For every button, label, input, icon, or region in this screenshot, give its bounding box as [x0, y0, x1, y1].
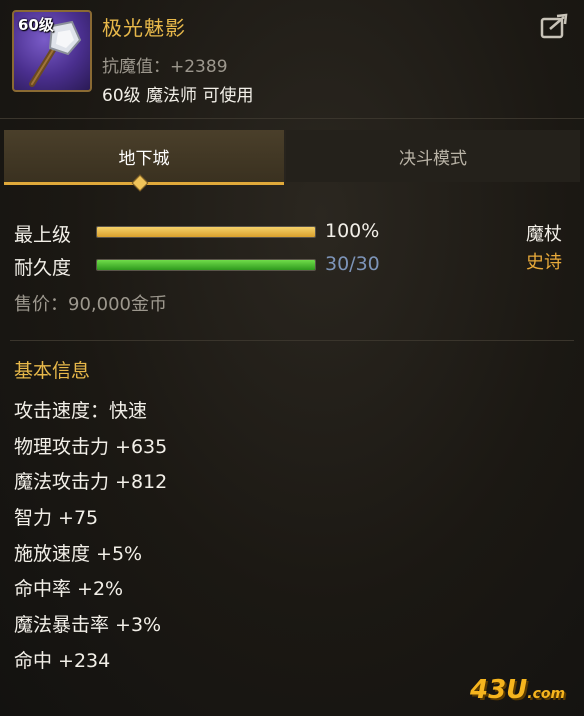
tab-duel-mode[interactable]: 决斗模式	[286, 130, 580, 182]
attribute-line: 攻击速度：快速	[14, 400, 148, 422]
class-requirement: 60级 魔法师 可使用	[102, 86, 254, 106]
tab-dungeon[interactable]: 地下城	[4, 130, 284, 185]
attribute-line: 命中率 +2%	[14, 578, 124, 600]
item-level-badge: 60级	[18, 16, 54, 34]
attribute-line: 魔法暴击率 +3%	[14, 614, 162, 636]
weapon-type: 魔杖	[526, 224, 562, 245]
watermark-suffix: .com	[527, 686, 566, 702]
attribute-line: 智力 +75	[14, 507, 99, 529]
attribute-line: 魔法攻击力 +812	[14, 471, 168, 493]
watermark-main: 43U	[470, 675, 528, 705]
site-watermark: 43U.com	[470, 675, 565, 705]
share-icon	[540, 13, 568, 39]
attribute-line: 物理攻击力 +635	[14, 436, 168, 458]
attribute-line: 施放速度 +5%	[14, 543, 143, 565]
item-tooltip-panel: 60级 极光魅影 抗魔值：+2389 60级 魔法师 可使用 地下城 决斗模式 …	[0, 0, 584, 716]
durability-label: 耐久度	[14, 257, 72, 279]
attribute-line: 命中 +234	[14, 650, 111, 672]
upgrade-bar-fill	[97, 227, 315, 237]
upgrade-value: 100%	[325, 220, 380, 242]
item-name: 极光魅影	[102, 16, 186, 40]
durability-value: 30/30	[325, 253, 380, 275]
upgrade-bar	[96, 226, 316, 238]
durability-bar	[96, 259, 316, 271]
durability-bar-fill	[97, 260, 315, 270]
magic-resist-value: 抗魔值：+2389	[102, 57, 228, 77]
share-button[interactable]	[540, 13, 570, 39]
sell-price: 售价：90,000金币	[14, 294, 167, 315]
section-divider	[10, 340, 574, 341]
header-divider	[0, 118, 584, 119]
rarity-label: 史诗	[526, 252, 562, 273]
basic-info-title: 基本信息	[14, 360, 91, 382]
item-icon-frame[interactable]: 60级	[12, 10, 92, 92]
upgrade-label: 最上级	[14, 224, 72, 246]
